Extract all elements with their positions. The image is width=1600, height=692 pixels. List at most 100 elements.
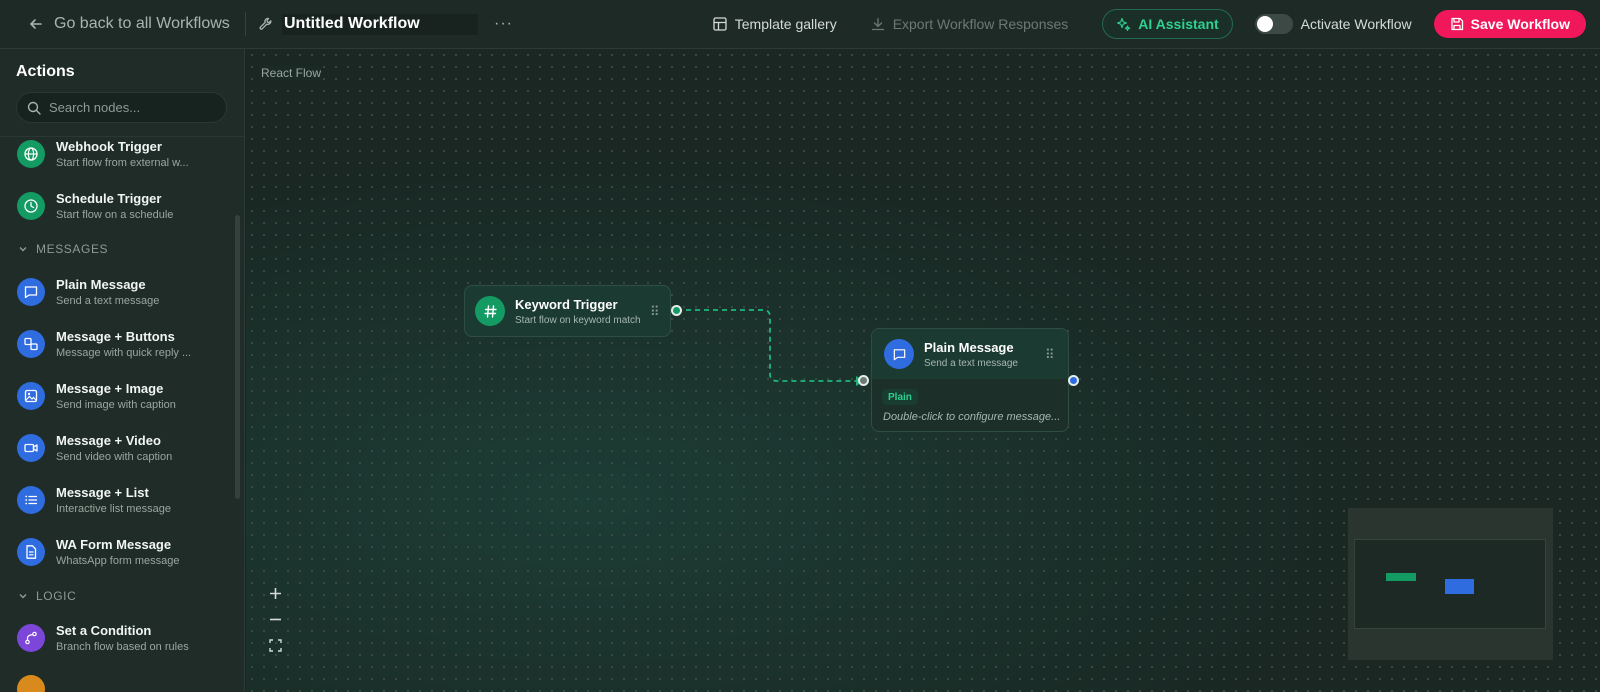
- search-icon: [27, 101, 41, 115]
- clock-icon: [17, 192, 45, 220]
- node-item-title: Message + List: [56, 485, 149, 500]
- sidebar-header: Actions: [0, 49, 244, 137]
- drag-handle-icon[interactable]: ⠿: [1045, 347, 1054, 363]
- sparkles-icon: [1117, 17, 1131, 31]
- minus-icon: [269, 618, 281, 620]
- node-item-message-list[interactable]: Message + List Interactive list message: [17, 485, 171, 515]
- node-item-subtitle: Message with quick reply ...: [56, 347, 192, 359]
- divider: [245, 12, 246, 36]
- node-item-subtitle: Start flow from external w...: [56, 157, 189, 169]
- buttons-icon: [17, 330, 45, 358]
- node-item-webhook-trigger[interactable]: Webhook Trigger Start flow from external …: [17, 139, 189, 169]
- node-item-subtitle: Start flow on a schedule: [56, 209, 174, 221]
- template-gallery-button[interactable]: Template gallery: [713, 16, 837, 32]
- zoom-in-button[interactable]: [262, 580, 288, 606]
- node-subtitle: Send a text message: [924, 357, 1018, 369]
- toggle-knob: [1256, 16, 1273, 32]
- search-box: [16, 92, 227, 123]
- fit-view-button[interactable]: [262, 632, 288, 658]
- source-handle[interactable]: [1068, 375, 1079, 386]
- source-handle[interactable]: [671, 305, 682, 316]
- hash-icon: [475, 296, 505, 326]
- list-icon: [17, 486, 45, 514]
- node-item-title: Message + Image: [56, 381, 164, 396]
- node-item-subtitle: Send image with caption: [56, 399, 176, 411]
- node-item-subtitle: Send a text message: [56, 295, 160, 307]
- search-nodes-input[interactable]: [49, 100, 219, 115]
- node-item-title: Webhook Trigger: [56, 139, 162, 154]
- activate-workflow-label: Activate Workflow: [1300, 16, 1412, 32]
- fullscreen-icon: [268, 638, 282, 652]
- section-messages[interactable]: MESSAGES: [18, 242, 108, 256]
- ai-assistant-button[interactable]: AI Assistant: [1102, 9, 1233, 39]
- flow-node-keyword-trigger[interactable]: Keyword Trigger Start flow on keyword mat…: [464, 285, 671, 337]
- configure-hint: Double-click to configure message...: [883, 411, 1061, 423]
- node-item-subtitle: Interactive list message: [56, 503, 171, 515]
- branch-icon: [17, 624, 45, 652]
- node-item-title: Plain Message: [56, 277, 146, 292]
- more-options-button[interactable]: ···: [494, 15, 513, 33]
- node-item-title: Set a Condition: [56, 623, 152, 638]
- node-item-subtitle: Branch flow based on rules: [56, 641, 189, 653]
- node-item-schedule-trigger[interactable]: Schedule Trigger Start flow on a schedule: [17, 191, 173, 221]
- activate-workflow-toggle[interactable]: [1254, 14, 1293, 34]
- chevron-down-icon: [19, 247, 27, 252]
- node-item-subtitle: Send video with caption: [56, 451, 173, 463]
- node-item-title: Schedule Trigger: [56, 191, 162, 206]
- back-label: Go back to all Workflows: [54, 15, 230, 32]
- wrench-icon: [259, 17, 272, 30]
- node-item-subtitle: WhatsApp form message: [56, 555, 180, 567]
- node-item-title: WA Form Message: [56, 537, 172, 552]
- zoom-out-button[interactable]: [262, 606, 288, 632]
- sidebar-title: Actions: [16, 63, 75, 80]
- node-item-partial[interactable]: [17, 675, 45, 692]
- edge-keyword-to-plain[interactable]: [677, 309, 856, 382]
- node-item-message-video[interactable]: Message + Video Send video with caption: [17, 433, 172, 463]
- actions-sidebar: Actions Webhook Trigger Start flow from e…: [0, 49, 245, 692]
- target-handle[interactable]: [858, 375, 869, 386]
- node-item-icon: [17, 675, 45, 692]
- section-logic[interactable]: LOGIC: [18, 589, 76, 603]
- back-to-workflows-link[interactable]: Go back to all Workflows: [0, 0, 245, 49]
- minimap-node: [1386, 573, 1416, 581]
- top-bar: Go back to all Workflows ··· Template ga…: [0, 0, 1600, 49]
- flow-canvas[interactable]: React Flow Keyword Trigger Start flow on …: [246, 49, 1600, 692]
- message-type-badge: Plain: [882, 389, 918, 405]
- arrow-left-icon: [29, 19, 42, 29]
- sidebar-scrollbar[interactable]: [235, 215, 240, 499]
- node-item-set-condition[interactable]: Set a Condition Branch flow based on rule…: [17, 623, 189, 653]
- export-responses-button[interactable]: Export Workflow Responses: [871, 16, 1069, 32]
- video-icon: [17, 434, 45, 462]
- node-title: Keyword Trigger: [515, 296, 618, 312]
- form-icon: [17, 538, 45, 566]
- node-title: Plain Message: [924, 339, 1014, 355]
- ai-assistant-label: AI Assistant: [1138, 16, 1219, 32]
- node-item-message-buttons[interactable]: Message + Buttons Message with quick repl…: [17, 329, 191, 359]
- layout-icon: [713, 17, 727, 31]
- node-header: Plain Message Send a text message: [872, 329, 1068, 379]
- save-workflow-button[interactable]: Save Workflow: [1433, 10, 1586, 38]
- chevron-down-icon: [19, 594, 27, 599]
- save-workflow-label: Save Workflow: [1470, 16, 1570, 32]
- zoom-controls: [262, 580, 288, 658]
- save-icon: [1451, 17, 1463, 31]
- download-icon: [871, 17, 884, 31]
- image-icon: [17, 382, 45, 410]
- drag-handle-icon[interactable]: ⠿: [650, 304, 659, 320]
- node-item-message-image[interactable]: Message + Image Send image with caption: [17, 381, 176, 411]
- node-item-title: Message + Buttons: [56, 329, 175, 344]
- section-label: LOGIC: [36, 589, 77, 603]
- workflow-name-input[interactable]: [282, 13, 478, 35]
- minimap[interactable]: [1348, 508, 1553, 660]
- node-header: Keyword Trigger Start flow on keyword mat…: [465, 286, 670, 336]
- node-item-wa-form-message[interactable]: WA Form Message WhatsApp form message: [17, 537, 180, 567]
- node-subtitle: Start flow on keyword match: [515, 314, 641, 326]
- workflow-title: [258, 13, 478, 35]
- node-item-plain-message[interactable]: Plain Message Send a text message: [17, 277, 159, 307]
- message-icon: [17, 278, 45, 306]
- node-item-title: Message + Video: [56, 433, 161, 448]
- globe-icon: [17, 140, 45, 168]
- message-icon: [884, 339, 914, 369]
- export-responses-label: Export Workflow Responses: [892, 16, 1069, 32]
- flow-node-plain-message[interactable]: Plain Message Send a text message ⠿ Plain…: [871, 328, 1069, 432]
